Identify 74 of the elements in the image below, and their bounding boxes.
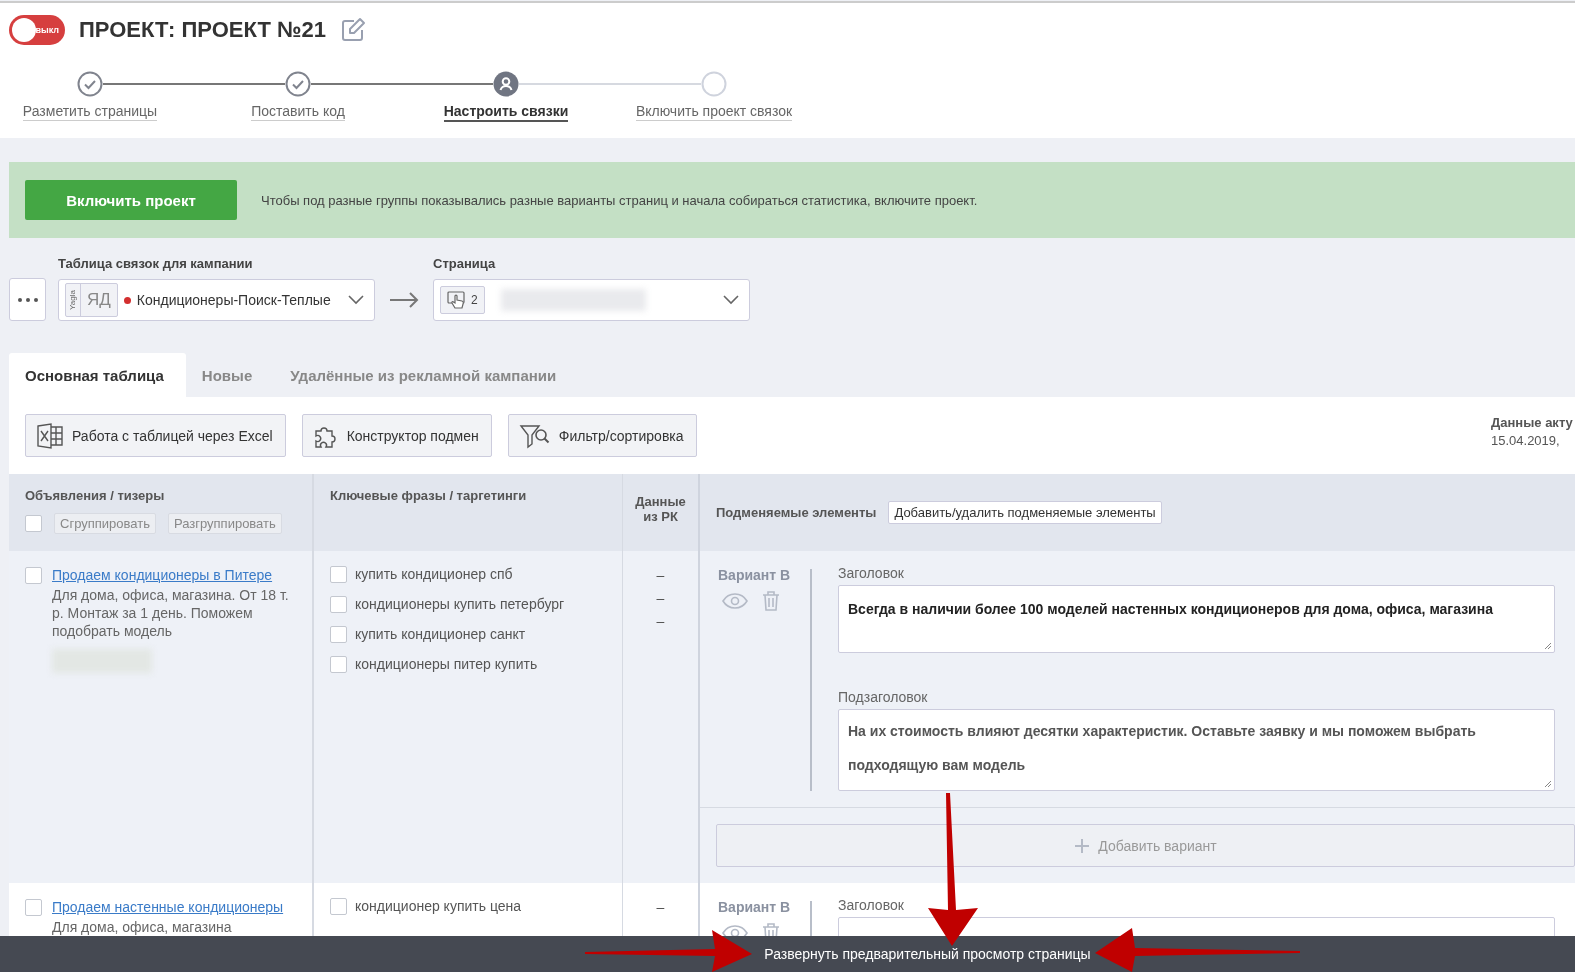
source-tag: Yagla [66,290,80,310]
step-link[interactable]: Настроить связки [443,103,569,122]
keyword-text: кондиционеры купить петербург [355,596,565,612]
step-link[interactable]: Включить проект связок [635,103,793,121]
field-label: Страница [433,256,497,271]
page-select[interactable]: 2 [433,279,750,321]
network-tag: ЯД [80,284,117,316]
campaign-name: Кондиционеры-Поиск-Теплые [136,292,332,308]
table-cell: – [656,899,665,916]
notice-text: Чтобы под разные группы показывались разные варианты страниц и начала собираться статистика, включите проект. [261,192,978,208]
text-area[interactable]: На их стоимость влияют десятки характеристик. Оставьте заявку и мы поможем выбрать подходящую вам модель [838,709,1555,791]
edit-elements-button[interactable]: Добавить/удалить подменяемые элементы [888,501,1162,524]
trash-icon[interactable] [762,591,780,611]
tab[interactable]: Новые [185,353,275,397]
toolbar-button[interactable]: Конструктор подмен [301,414,492,457]
edit-icon[interactable] [340,17,367,43]
variant-name: Вариант B [718,567,792,583]
checkbox[interactable] [330,655,347,673]
checkbox[interactable] [330,565,347,583]
table-cell: – [656,590,665,607]
field-label: Заголовок [838,897,905,913]
keyword-text: купить кондиционер спб [355,566,513,582]
plus-icon [1074,837,1091,854]
chevron-down-icon [723,295,739,305]
ad-title-link[interactable]: Продаем кондиционеры в Питере [52,567,296,583]
enable-project-button[interactable]: Включить проект [25,180,237,220]
project-title: ПРОЕКТ: ПРОЕКТ №21 [79,17,327,43]
checkbox[interactable] [330,625,347,643]
tab[interactable]: Основная таблица [9,353,186,397]
more-button[interactable] [9,278,46,321]
field-label: Заголовок [838,565,905,581]
toolbar-button[interactable]: Работа с таблицей через Excel [25,414,286,457]
data-updated-date: 15.04.2019, [1491,433,1561,448]
arrow-right-icon [389,292,419,308]
field-label: Подзаголовок [838,689,929,705]
tab[interactable]: Удалённые из рекламной кампании [274,353,579,397]
table-cell: – [656,567,665,584]
page-count: 2 [471,293,478,307]
column-header: Данные из РК [634,494,687,524]
checkbox[interactable] [330,897,347,915]
field-label: Таблица связок для кампании [58,256,254,271]
step-link[interactable]: Поставить код [251,103,345,121]
table-cell: – [656,613,665,630]
ad-text: Для дома, офиса, магазина [52,918,233,936]
group-button[interactable]: Разгруппировать [167,513,282,534]
more-icon [17,297,38,302]
ad-text: Для дома, офиса, магазина. От 18 т. р. Монтаж за 1 день. Поможем подобрать модель [52,586,290,640]
on-off-toggle[interactable]: выкл [9,15,65,45]
column-header: Объявления / тизеры [25,488,166,503]
checkbox[interactable] [25,567,42,584]
variant-name: Вариант B [718,899,792,915]
hand-pointer-icon [447,291,467,309]
data-updated-label: Данные акту [1491,415,1574,430]
expand-preview-button[interactable]: Развернуть предварительный просмотр страницы [758,945,1097,963]
column-header: Ключевые фразы / таргетинги [330,488,528,503]
step-link[interactable]: Разметить страницы [22,103,158,121]
checkbox[interactable] [330,595,347,613]
campaign-select[interactable]: Yagla ЯД Кондиционеры-Поиск-Теплые [58,279,375,321]
spreadsheet-icon [36,422,64,449]
resize-grip-icon[interactable] [1544,780,1552,788]
keyword-text: кондиционер купить цена [355,898,522,914]
eye-icon[interactable] [722,593,748,609]
resize-grip-icon[interactable] [1544,642,1552,650]
toolbar-button[interactable]: Фильтр/сортировка [507,414,697,457]
column-header: Подменяемые элементы [716,505,877,520]
keyword-text: кондиционеры питер купить [355,656,538,672]
ad-title-link[interactable]: Продаем настенные кондиционеры [52,899,284,915]
group-button[interactable]: Сгруппировать [54,513,156,534]
chevron-down-icon [348,295,364,305]
text-area[interactable]: Всегда в наличии более 100 моделей настенных кондиционеров для дома, офиса, магазина [838,585,1555,653]
checkbox[interactable] [25,899,42,916]
keyword-text: купить кондиционер санкт [355,626,526,642]
checkbox[interactable] [25,515,42,532]
filter-search-icon [518,422,551,449]
